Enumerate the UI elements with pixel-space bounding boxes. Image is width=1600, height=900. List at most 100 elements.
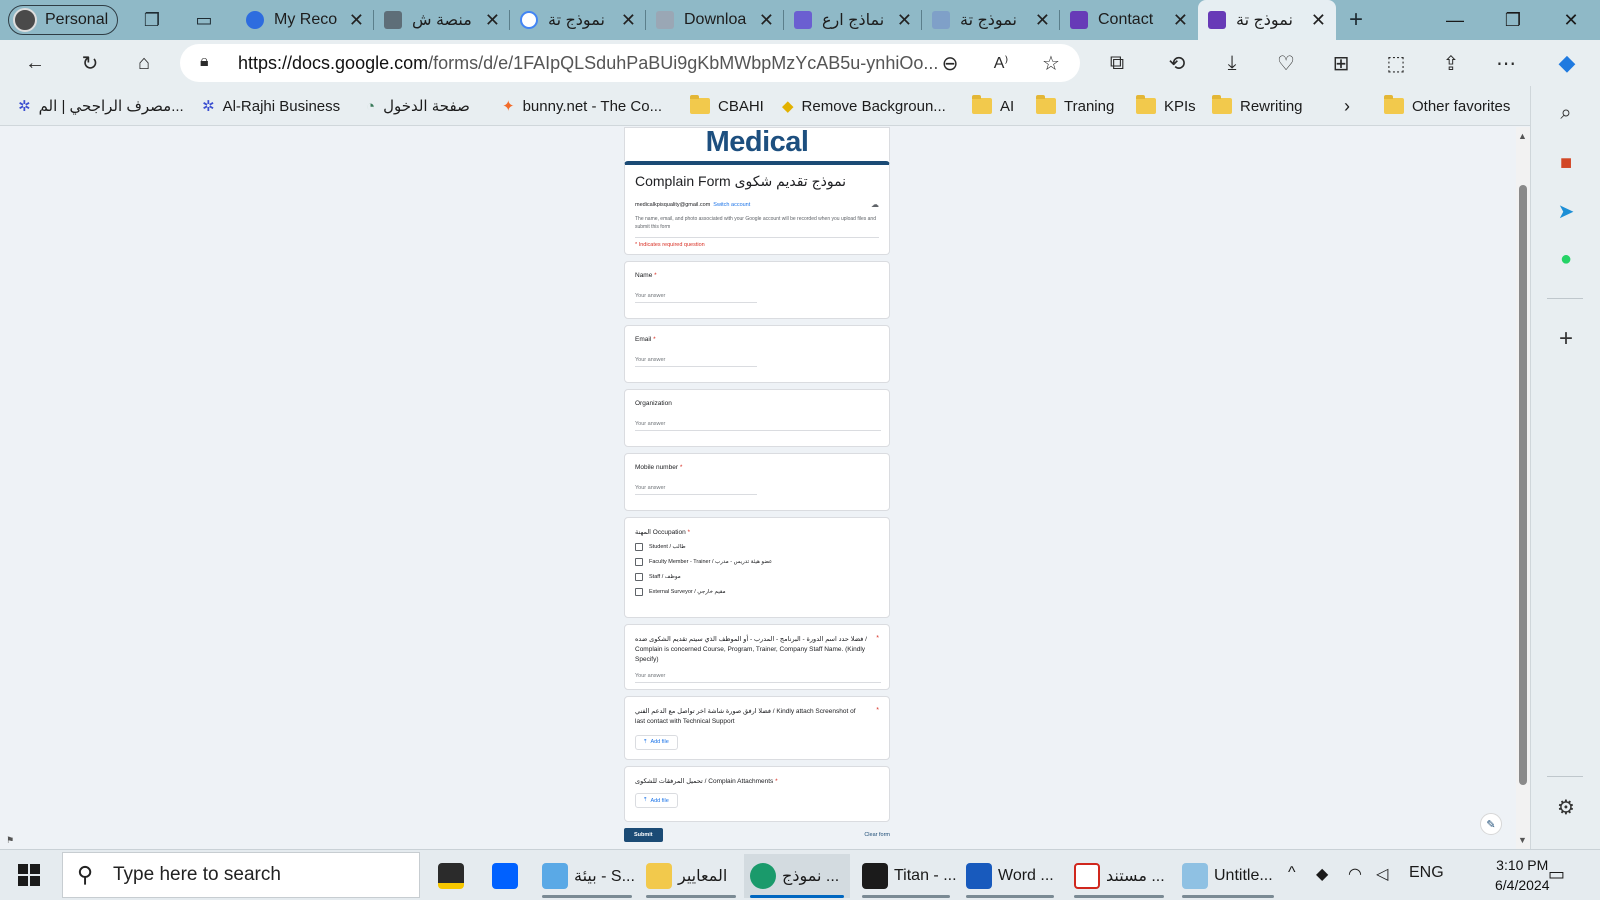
close-icon[interactable]: ✕ — [1311, 10, 1326, 31]
profile-button[interactable]: Personal — [8, 5, 118, 35]
notifications-icon[interactable]: ▭ — [1548, 864, 1565, 885]
bookmark-item[interactable]: ◔ صفحة الدخول — [366, 94, 470, 118]
question-label: تحميل المرفقات للشكوى / Complain Attachm… — [635, 778, 778, 785]
bookmark-folder[interactable]: KPIs — [1136, 94, 1196, 118]
performance-icon[interactable]: ♡ — [1273, 50, 1299, 76]
collections-icon[interactable]: ⊞ — [1328, 50, 1354, 76]
favorite-star-icon[interactable]: ☆ — [1038, 50, 1064, 76]
tab-6[interactable]: نموذج تة ✕ — [922, 0, 1060, 40]
tab-8-active[interactable]: نموذج تة ✕ — [1198, 0, 1336, 40]
screenshot-icon[interactable]: ⬚ — [1383, 50, 1409, 76]
add-file-button[interactable]: ⤒ Add file — [635, 734, 678, 750]
occupation-option[interactable]: Student / طالب — [635, 543, 879, 551]
add-icon[interactable]: + — [1553, 325, 1579, 352]
submit-button[interactable]: Submit — [624, 828, 663, 842]
bookmark-folder[interactable]: Traning — [1036, 94, 1114, 118]
new-tab-icon[interactable]: + — [1344, 6, 1368, 33]
restore-icon[interactable]: ❐ — [1490, 6, 1536, 34]
close-icon[interactable]: ✕ — [1173, 10, 1188, 31]
taskbar-app[interactable]: مستند ... — [1068, 854, 1170, 898]
dropbox-app[interactable] — [486, 854, 524, 898]
organization-input[interactable]: Your answer — [635, 421, 881, 431]
sticky-notes-app[interactable] — [432, 854, 470, 898]
tab-actions-icon[interactable]: ▭ — [192, 8, 216, 32]
chevron-right-icon[interactable]: › — [1344, 94, 1350, 118]
name-input[interactable]: Your answer — [635, 293, 757, 303]
checkbox[interactable] — [635, 573, 643, 581]
windows-start-icon[interactable] — [18, 864, 40, 886]
other-favorites[interactable]: Other favorites — [1384, 94, 1510, 118]
close-icon[interactable]: ✕ — [621, 10, 636, 31]
scrollbar[interactable]: ▲ ▼ — [1516, 127, 1530, 849]
back-icon[interactable]: ← — [22, 50, 48, 76]
tab-4[interactable]: Downloa ✕ — [646, 0, 784, 40]
checkbox[interactable] — [635, 543, 643, 551]
email-input[interactable]: Your answer — [635, 357, 757, 367]
wifi-icon[interactable]: ◠ — [1348, 864, 1362, 884]
switch-account-link[interactable]: Switch account — [713, 202, 750, 208]
taskbar-app[interactable]: Untitle... — [1176, 854, 1280, 898]
close-icon[interactable]: ✕ — [349, 10, 364, 31]
tab-3[interactable]: نموذج تة ✕ — [510, 0, 646, 40]
tab-2[interactable]: منصة ش ✕ — [374, 0, 510, 40]
refresh-icon[interactable]: ↻ — [77, 50, 103, 76]
more-icon[interactable]: ⋯ — [1493, 50, 1519, 76]
home-icon[interactable]: ⌂ — [131, 50, 157, 76]
bookmark-item[interactable]: ✦ bunny.net - The Co... — [502, 94, 662, 118]
checkbox[interactable] — [635, 588, 643, 596]
feedback-icon[interactable]: ⚑ — [6, 835, 14, 846]
history-icon[interactable]: ⟲ — [1164, 50, 1190, 76]
taskbar-app[interactable]: بيئة - S... — [536, 854, 638, 898]
extensions-icon[interactable]: ⧉ — [1104, 50, 1130, 76]
system-clock[interactable]: 3:10 PM 6/4/2024 — [1495, 855, 1550, 895]
tools-icon[interactable]: ■ — [1553, 150, 1579, 176]
taskbar-app-active[interactable]: نموذج ... — [744, 854, 850, 898]
tab-1[interactable]: My Reco ✕ — [236, 0, 374, 40]
scrollbar-thumb[interactable] — [1519, 185, 1527, 785]
taskbar-app[interactable]: Word ... — [960, 854, 1060, 898]
settings-gear-icon[interactable]: ⚙ — [1553, 794, 1579, 820]
chevron-up-icon[interactable]: ^ — [1288, 864, 1296, 882]
taskbar-app[interactable]: Titan - ... — [856, 854, 957, 898]
add-file-button[interactable]: ⤒ Add file — [635, 793, 678, 808]
read-aloud-icon[interactable]: A⁾ — [988, 50, 1014, 76]
bookmark-folder[interactable]: AI — [972, 94, 1014, 118]
language-indicator[interactable]: ENG — [1409, 864, 1444, 882]
occupation-option[interactable]: External Surveyor / مقيم خارجي — [635, 588, 879, 596]
close-icon[interactable]: ✕ — [759, 10, 774, 31]
clear-form-link[interactable]: Clear form — [864, 832, 890, 838]
scroll-down-icon[interactable]: ▼ — [1518, 835, 1527, 845]
bookmark-item[interactable]: ✲ مصرف الراجحي | الم... — [18, 94, 184, 118]
taskbar-search-input[interactable]: ⚲ Type here to search — [62, 852, 420, 898]
close-icon[interactable]: ✕ — [1035, 10, 1050, 31]
tab-7[interactable]: Contact ✕ — [1060, 0, 1198, 40]
taskbar-app[interactable]: المعايير — [640, 854, 742, 898]
whatsapp-icon[interactable]: ● — [1553, 246, 1579, 272]
question-label: فضلا ارفق صورة شاشة اخر تواصل مع الدعم ا… — [635, 708, 856, 725]
zoom-out-icon[interactable]: ⊖ — [937, 50, 963, 76]
mobile-input[interactable]: Your answer — [635, 485, 757, 495]
concerned-input[interactable]: Your answer — [635, 673, 881, 684]
checkbox[interactable] — [635, 558, 643, 566]
bookmark-folder[interactable]: CBAHI — [690, 94, 764, 118]
workspaces-icon[interactable]: ❐ — [140, 8, 164, 32]
volume-icon[interactable]: ◁ — [1376, 864, 1388, 884]
window-close-icon[interactable]: ✕ — [1548, 6, 1594, 34]
occupation-option[interactable]: Faculty Member - Trainer / عضو هيئة تدري… — [635, 558, 879, 566]
tab-5[interactable]: نماذج ارع ✕ — [784, 0, 922, 40]
telegram-icon[interactable]: ➤ — [1553, 198, 1579, 224]
bookmark-item[interactable]: ✲ Al-Rajhi Business — [202, 94, 340, 118]
dropbox-tray-icon[interactable]: ◆ — [1316, 864, 1328, 884]
close-icon[interactable]: ✕ — [485, 10, 500, 31]
search-icon[interactable]: ⌕ — [1553, 100, 1579, 126]
bookmark-folder[interactable]: Rewriting — [1212, 94, 1303, 118]
scroll-up-icon[interactable]: ▲ — [1518, 131, 1527, 141]
edit-pencil-icon[interactable]: ✎ — [1480, 813, 1502, 835]
share-icon[interactable]: ⇪ — [1438, 50, 1464, 76]
occupation-option[interactable]: Staff / موظف — [635, 573, 879, 581]
minimize-icon[interactable]: — — [1432, 6, 1478, 34]
bookmark-item[interactable]: ◆ Remove Backgroun... — [782, 94, 946, 118]
close-icon[interactable]: ✕ — [897, 10, 912, 31]
copilot-icon[interactable]: ◆ — [1554, 50, 1580, 76]
downloads-icon[interactable]: ⤓ — [1219, 50, 1245, 76]
